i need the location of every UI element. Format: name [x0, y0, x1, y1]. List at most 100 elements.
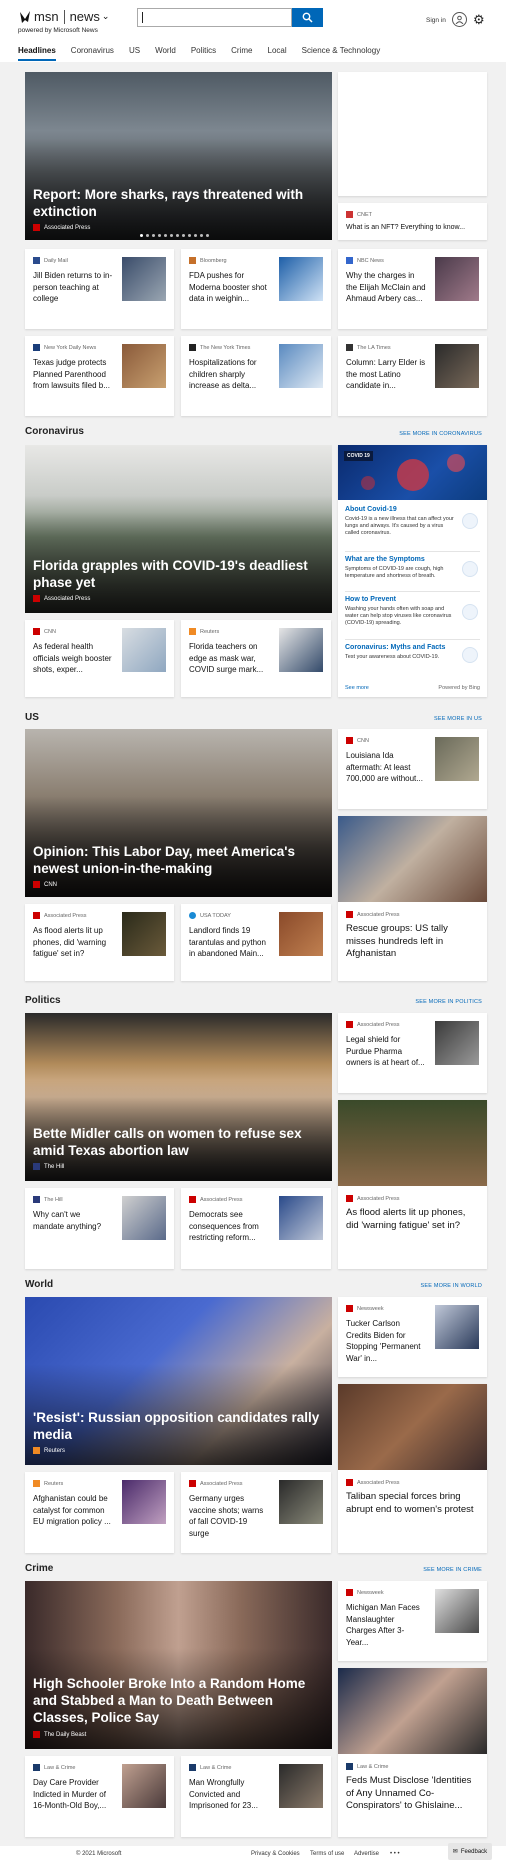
gear-icon[interactable]: ⚙: [473, 12, 485, 27]
carousel-dot[interactable]: [176, 234, 179, 237]
card-title[interactable]: Florida teachers on edge as mask war, CO…: [189, 641, 269, 676]
carousel-dot[interactable]: [200, 234, 203, 237]
card-title[interactable]: As flood alerts lit up phones, did 'warn…: [346, 1207, 479, 1232]
news-card[interactable]: NBC News Why the charges in the Elijah M…: [338, 249, 487, 329]
feedback-button[interactable]: ✉ Feedback: [448, 1843, 492, 1860]
hero-title[interactable]: Opinion: This Labor Day, meet America's …: [33, 843, 322, 877]
news-card-tall[interactable]: Associated Press Rescue groups: US tally…: [338, 816, 487, 981]
covid-item[interactable]: What are the Symptoms Symptoms of COVID-…: [345, 556, 457, 580]
hero-story[interactable]: High Schooler Broke Into a Random Home a…: [25, 1581, 332, 1749]
card-title[interactable]: What is an NFT? Everything to know...: [346, 224, 465, 231]
card-title[interactable]: Louisiana Ida aftermath: At least 700,00…: [346, 750, 426, 785]
card-title[interactable]: Feds Must Disclose 'Identities of Any Un…: [346, 1775, 479, 1813]
card-title[interactable]: Michigan Man Faces Manslaughter Charges …: [346, 1602, 426, 1648]
carousel-dot[interactable]: [206, 234, 209, 237]
tab-world[interactable]: World: [155, 46, 176, 61]
see-more-world[interactable]: SEE MORE IN WORLD: [421, 1283, 482, 1289]
carousel-dot[interactable]: [170, 234, 173, 237]
sign-in-link[interactable]: Sign in: [426, 17, 446, 24]
hero-title[interactable]: Florida grapples with COVID-19's deadlie…: [33, 557, 322, 591]
hero-story[interactable]: Report: More sharks, rays threatened wit…: [25, 72, 332, 240]
news-card[interactable]: Daily Mail Jill Biden returns to in-pers…: [25, 249, 174, 329]
news-card[interactable]: USA TODAY Landlord finds 19 tarantulas a…: [181, 904, 331, 981]
news-card[interactable]: Law & Crime Man Wrongfully Convicted and…: [181, 1756, 331, 1837]
card-title[interactable]: Legal shield for Purdue Pharma owners is…: [346, 1034, 426, 1069]
card-title[interactable]: FDA pushes for Moderna booster shot data…: [189, 270, 269, 305]
tab-coronavirus[interactable]: Coronavirus: [71, 46, 114, 61]
hero-story[interactable]: Florida grapples with COVID-19's deadlie…: [25, 445, 332, 613]
see-more-coronavirus[interactable]: SEE MORE IN CORONAVIRUS: [399, 431, 482, 437]
card-title[interactable]: Day Care Provider Indicted in Murder of …: [33, 1777, 113, 1812]
tab-crime[interactable]: Crime: [231, 46, 252, 61]
news-card[interactable]: CNN As federal health officials weigh bo…: [25, 620, 174, 697]
hero-story[interactable]: Bette Midler calls on women to refuse se…: [25, 1013, 332, 1181]
tab-headlines[interactable]: Headlines: [18, 46, 56, 61]
tab-us[interactable]: US: [129, 46, 140, 61]
privacy-link[interactable]: Privacy & Cookies: [251, 1851, 300, 1857]
news-card[interactable]: CNN Louisiana Ida aftermath: At least 70…: [338, 729, 487, 809]
news-card[interactable]: Newsweek Michigan Man Faces Manslaughter…: [338, 1581, 487, 1661]
carousel-dot[interactable]: [140, 234, 143, 237]
news-card[interactable]: Reuters Afghanistan could be catalyst fo…: [25, 1472, 174, 1553]
msn-logo[interactable]: msn news ⌄: [18, 9, 109, 24]
see-more-us[interactable]: SEE MORE IN US: [434, 716, 482, 722]
card-title[interactable]: Jill Biden returns to in-person teaching…: [33, 270, 113, 305]
card-title[interactable]: Taliban special forces bring abrupt end …: [346, 1491, 479, 1516]
news-card[interactable]: CNET What is an NFT? Everything to know.…: [338, 203, 487, 240]
tab-local[interactable]: Local: [268, 46, 287, 61]
card-title[interactable]: As federal health officials weigh booste…: [33, 641, 113, 676]
terms-link[interactable]: Terms of use: [310, 1851, 344, 1857]
news-card[interactable]: Bloomberg FDA pushes for Moderna booster…: [181, 249, 331, 329]
covid-item[interactable]: Coronavirus: Myths and Facts Test your a…: [345, 644, 457, 661]
hero-title[interactable]: Report: More sharks, rays threatened wit…: [33, 186, 322, 220]
covid-item-title[interactable]: Coronavirus: Myths and Facts: [345, 644, 457, 651]
carousel-dot[interactable]: [158, 234, 161, 237]
card-title[interactable]: Why the charges in the Elijah McClain an…: [346, 270, 426, 305]
carousel-dot[interactable]: [194, 234, 197, 237]
card-title[interactable]: Man Wrongfully Convicted and Imprisoned …: [189, 1777, 269, 1812]
section-name[interactable]: news: [70, 9, 100, 24]
carousel-dot[interactable]: [188, 234, 191, 237]
carousel-dot[interactable]: [146, 234, 149, 237]
search-input[interactable]: [137, 8, 292, 27]
covid-item-title[interactable]: About Covid-19: [345, 506, 457, 513]
card-title[interactable]: Tucker Carlson Credits Biden for Stoppin…: [346, 1318, 426, 1364]
news-card[interactable]: New York Daily News Texas judge protects…: [25, 336, 174, 416]
search-button[interactable]: [292, 8, 323, 27]
carousel-dot[interactable]: [152, 234, 155, 237]
news-card[interactable]: The LA Times Column: Larry Elder is the …: [338, 336, 487, 416]
hero-title[interactable]: 'Resist': Russian opposition candidates …: [33, 1409, 322, 1443]
chevron-down-icon[interactable]: ⌄: [102, 11, 110, 22]
news-card[interactable]: Newsweek Tucker Carlson Credits Biden fo…: [338, 1297, 487, 1377]
more-icon[interactable]: • • •: [390, 1851, 400, 1857]
card-title[interactable]: Germany urges vaccine shots; warns of fa…: [189, 1493, 269, 1539]
card-title[interactable]: As flood alerts lit up phones, did 'warn…: [33, 925, 113, 960]
see-more-politics[interactable]: SEE MORE IN POLITICS: [415, 999, 482, 1005]
news-card-tall[interactable]: Associated Press As flood alerts lit up …: [338, 1100, 487, 1269]
card-title[interactable]: Democrats see consequences from restrict…: [189, 1209, 269, 1244]
news-card-tall[interactable]: Associated Press Taliban special forces …: [338, 1384, 487, 1553]
news-card[interactable]: Associated Press Legal shield for Purdue…: [338, 1013, 487, 1093]
hero-title[interactable]: High Schooler Broke Into a Random Home a…: [33, 1675, 322, 1726]
card-title[interactable]: Why can't we mandate anything?: [33, 1209, 113, 1232]
card-title[interactable]: Hospitalizations for children sharply in…: [189, 357, 269, 392]
hero-story[interactable]: 'Resist': Russian opposition candidates …: [25, 1297, 332, 1465]
covid-item[interactable]: How to Prevent Washing your hands often …: [345, 596, 457, 627]
carousel-dot[interactable]: [164, 234, 167, 237]
news-card[interactable]: The New York Times Hospitalizations for …: [181, 336, 331, 416]
hero-story[interactable]: Opinion: This Labor Day, meet America's …: [25, 729, 332, 897]
card-title[interactable]: Rescue groups: US tally misses hundreds …: [346, 923, 479, 961]
card-title[interactable]: Texas judge protects Planned Parenthood …: [33, 357, 113, 392]
see-more-crime[interactable]: SEE MORE IN CRIME: [423, 1567, 482, 1573]
covid-item-title[interactable]: What are the Symptoms: [345, 556, 457, 563]
news-card[interactable]: Law & Crime Day Care Provider Indicted i…: [25, 1756, 174, 1837]
news-card[interactable]: The Hill Why can't we mandate anything?: [25, 1188, 174, 1269]
news-card[interactable]: Associated Press As flood alerts lit up …: [25, 904, 174, 981]
news-card-tall[interactable]: Law & Crime Feds Must Disclose 'Identiti…: [338, 1668, 487, 1837]
news-card[interactable]: Associated Press Germany urges vaccine s…: [181, 1472, 331, 1553]
carousel-dots[interactable]: [140, 234, 209, 237]
news-card[interactable]: Associated Press Democrats see consequen…: [181, 1188, 331, 1269]
advertise-link[interactable]: Advertise: [354, 1851, 379, 1857]
tab-science-technology[interactable]: Science & Technology: [302, 46, 381, 61]
tab-politics[interactable]: Politics: [191, 46, 216, 61]
